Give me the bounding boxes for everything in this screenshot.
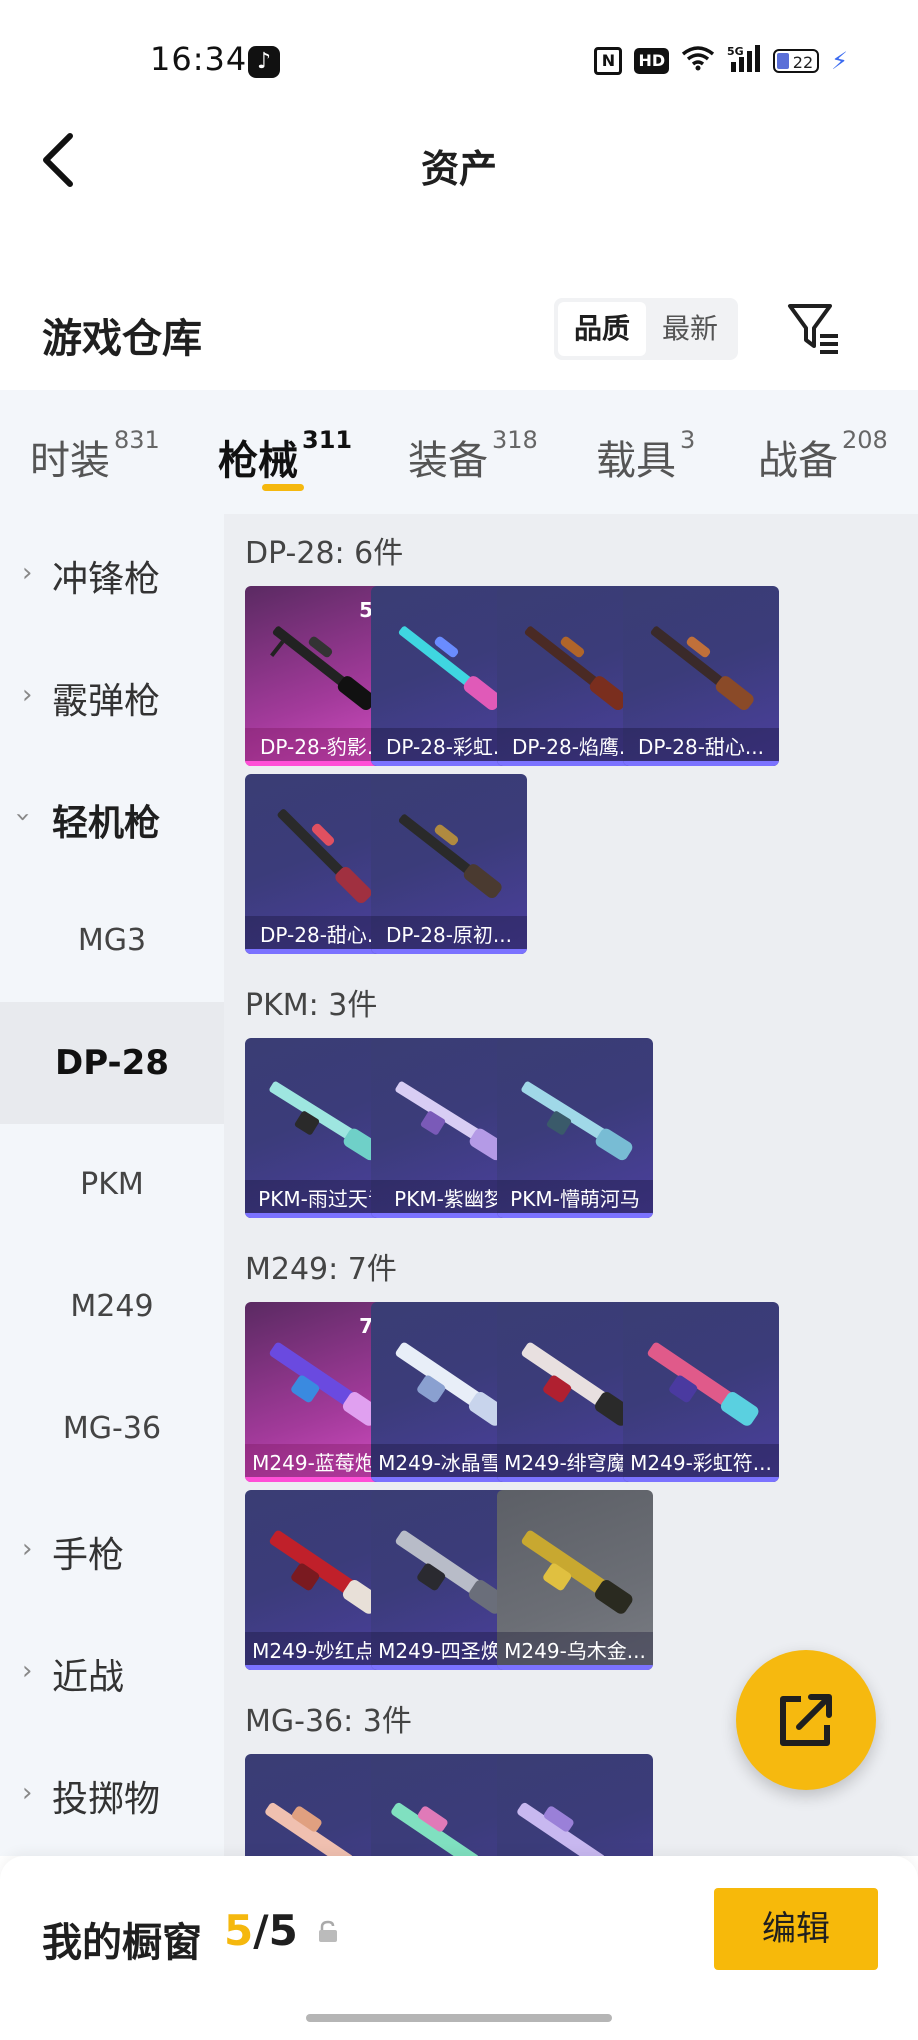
lmg-pkm-image [521,1081,633,1161]
group-title-dp28: DP-28: 6件 [245,536,404,571]
showcase-count: 5/5 [224,1906,298,1955]
tab-count: 3 [680,426,696,454]
tab-supplies[interactable]: 战备 208 [758,426,888,486]
filter-icon [788,304,838,354]
showcase-label: 我的橱窗 [42,1920,202,1966]
rarity-edge [497,1213,653,1218]
lmg-dp28-image [398,814,502,899]
sidebar-item-label: 轻机枪 [52,803,161,844]
sidebar-item-label: 霰弹枪 [52,681,161,722]
hd-icon: HD [634,48,670,74]
share-fab-button[interactable] [736,1650,876,1790]
sidebar-subitem-mg3[interactable]: MG3 [0,880,224,1002]
lock-icon [319,1920,337,1942]
sidebar-subitem-dp28[interactable]: DP-28 [0,1002,224,1124]
sidebar-subitem-mg36[interactable]: MG-36 [0,1368,224,1490]
wifi-icon [681,45,715,77]
tab-count: 318 [492,426,538,454]
sidebar-item-label: 冲锋枪 [52,559,161,600]
skin-card[interactable]: M249-乌木金... [497,1490,653,1670]
chevron-right-icon: › [22,680,33,710]
share-external-icon [780,1694,832,1746]
tab-equipment[interactable]: 装备 318 [408,426,538,486]
battery-icon: 22 [773,49,820,73]
chevron-right-icon: › [22,1778,33,1808]
rarity-edge [497,1665,653,1670]
showcase-total: 5 [268,1906,298,1955]
tab-label: 战备 [758,438,838,484]
home-indicator [306,2014,612,2022]
tab-count: 208 [842,426,888,454]
showcase-current: 5 [224,1906,254,1955]
nfc-icon: N [594,47,623,75]
sidebar-item-melee[interactable]: › 近战 [0,1612,224,1734]
page-title: 资产 [420,147,497,191]
status-icons: N HD 5G 22 ⚡ [594,44,848,78]
edit-button[interactable]: 编辑 [714,1888,878,1970]
charging-icon: ⚡ [831,47,848,75]
skin-card[interactable] [497,1754,653,1856]
group-title-pkm: PKM: 3件 [245,988,378,1023]
sort-by-newest[interactable]: 最新 [646,302,734,356]
warehouse-title: 游戏仓库 [42,316,202,362]
rarity-edge [371,949,527,954]
lmg-m249-image [647,1342,759,1426]
tab-guns[interactable]: 枪械 311 [218,426,353,486]
filter-button[interactable] [786,300,842,356]
battery-level: 22 [792,53,814,72]
sidebar-item-lmg[interactable]: › 轻机枪 [0,758,224,880]
skin-card[interactable]: DP-28-原初... [371,774,527,954]
sidebar-item-label: 投掷物 [52,1779,161,1820]
svg-text:5G: 5G [727,45,744,58]
rarity-edge [623,761,779,766]
status-bar: 16:34 ♪ N HD 5G 22 ⚡ [0,0,918,120]
sidebar-subitem-m249[interactable]: M249 [0,1246,224,1368]
tab-label: 载具 [596,438,676,484]
sidebar-item-shotgun[interactable]: › 霰弹枪 [0,636,224,758]
status-time: 16:34 [150,40,248,78]
skin-card[interactable]: PKM-懵萌河马 [497,1038,653,1218]
skin-card[interactable]: DP-28-甜心... [623,586,779,766]
tab-label: 时装 [30,438,110,484]
lmg-m249-image [521,1530,633,1614]
showcase-bar: 我的橱窗 5/5 编辑 [0,1856,918,2040]
sidebar-item-label: 手枪 [52,1535,125,1576]
sidebar-subitem-pkm[interactable]: PKM [0,1124,224,1246]
sidebar-item-throwable[interactable]: › 投掷物 [0,1734,224,1856]
sidebar-item-pistol[interactable]: › 手枪 [0,1490,224,1612]
active-tab-indicator [262,484,304,491]
sidebar-item-label: 近战 [52,1657,125,1698]
tab-vehicles[interactable]: 载具 3 [596,426,696,486]
chevron-down-icon: › [8,811,39,823]
tiktok-notification-icon: ♪ [248,46,280,78]
group-title-m249: M249: 7件 [245,1252,397,1287]
chevron-right-icon: › [22,1534,33,1564]
lmg-dp28-image [650,626,754,711]
tab-fashion[interactable]: 时装 831 [30,426,160,486]
cellular-5g-icon: 5G [727,44,761,78]
weapon-category-sidebar: › 冲锋枪 › 霰弹枪 › 轻机枪 MG3 DP-28 PKM M249 MG-36 … [0,514,224,1856]
tab-label: 装备 [408,438,488,484]
rarity-edge [623,1477,779,1482]
showcase-separator: / [253,1906,269,1955]
tab-count: 831 [114,426,160,454]
lmg-mg36-image [517,1802,605,1856]
chevron-right-icon: › [22,558,33,588]
sort-toggle: 品质 最新 [554,298,738,360]
group-title-mg36: MG-36: 3件 [245,1704,412,1739]
sort-by-quality[interactable]: 品质 [558,302,646,356]
sidebar-item-smg[interactable]: › 冲锋枪 [0,514,224,636]
tab-label: 枪械 [218,438,298,484]
skin-card[interactable]: M249-彩虹符... [623,1302,779,1482]
tab-count: 311 [302,426,353,454]
chevron-right-icon: › [22,1656,33,1686]
